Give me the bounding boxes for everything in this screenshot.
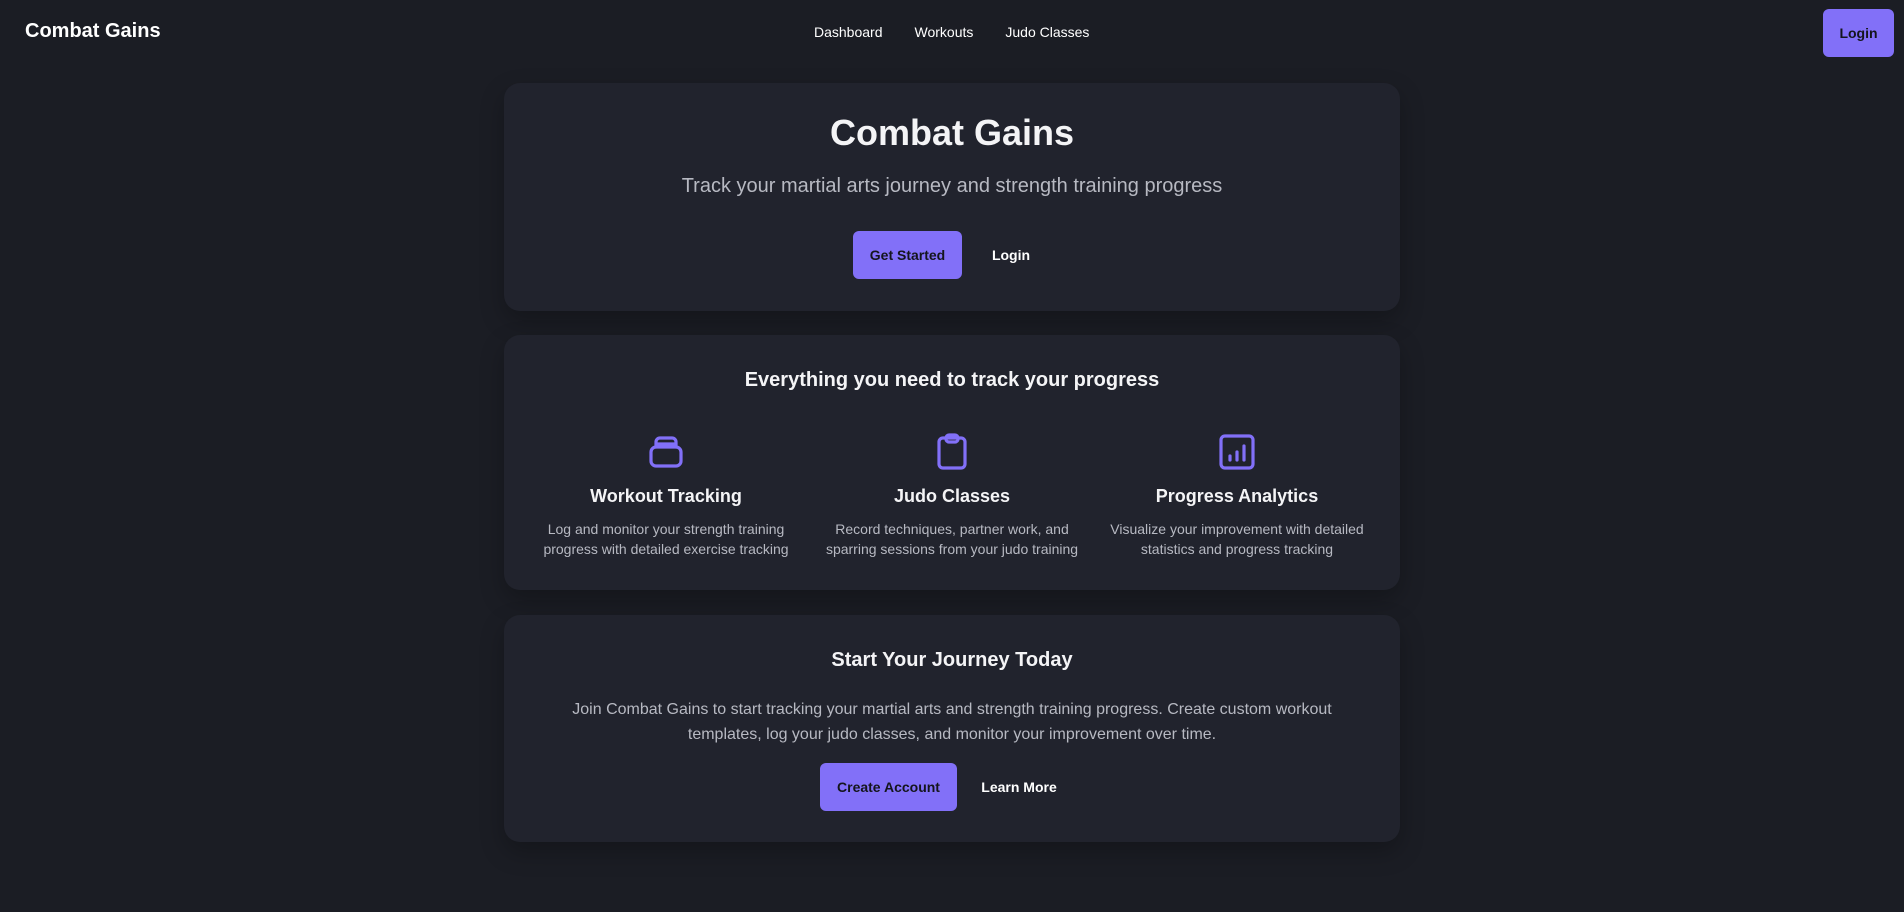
- feature-description: Visualize your improvement with detailed…: [1110, 521, 1364, 557]
- feature-judo-classes: Judo Classes Record techniques, partner …: [817, 430, 1087, 559]
- brand-logo[interactable]: Combat Gains: [25, 20, 161, 43]
- bar-chart-icon: [1219, 434, 1255, 470]
- feature-title: Workout Tracking: [590, 486, 742, 506]
- feature-description: Log and monitor your strength training p…: [543, 521, 789, 557]
- cta-heading: Start Your Journey Today: [831, 649, 1073, 671]
- feature-title: Progress Analytics: [1155, 486, 1319, 506]
- nav-workouts[interactable]: Workouts: [915, 24, 974, 40]
- hero-subtitle: Track your martial arts journey and stre…: [681, 175, 1223, 197]
- cta-text: Join Combat Gains to start tracking your…: [572, 701, 1332, 743]
- hero-title: Combat Gains: [829, 112, 1075, 153]
- create-account-button[interactable]: Create Account: [820, 763, 957, 811]
- feature-progress-analytics: Progress Analytics Visualize your improv…: [1102, 430, 1372, 559]
- kettlebell-icon: [649, 436, 683, 468]
- feature-description: Record techniques, partner work, and spa…: [825, 521, 1079, 557]
- feature-title: Judo Classes: [893, 486, 1011, 506]
- clipboard-icon: [937, 433, 967, 470]
- hero-login-button[interactable]: Login: [974, 231, 1048, 279]
- cta-card: Start Your Journey Today Join Combat Gai…: [504, 615, 1400, 842]
- learn-more-button[interactable]: Learn More: [969, 763, 1069, 811]
- top-navbar: Combat Gains Dashboard Workouts Judo Cla…: [0, 0, 1904, 66]
- hero-card: Combat Gains Track your martial arts jou…: [504, 83, 1400, 311]
- features-heading: Everything you need to track your progre…: [744, 369, 1160, 391]
- nav-dashboard[interactable]: Dashboard: [814, 24, 883, 40]
- main-nav: Dashboard Workouts Judo Classes: [814, 24, 1089, 40]
- nav-judo-classes[interactable]: Judo Classes: [1005, 24, 1089, 40]
- features-card: Everything you need to track your progre…: [504, 335, 1400, 590]
- header-login-button[interactable]: Login: [1823, 9, 1894, 57]
- get-started-button[interactable]: Get Started: [853, 231, 962, 279]
- feature-workout-tracking: Workout Tracking Log and monitor your st…: [531, 430, 801, 559]
